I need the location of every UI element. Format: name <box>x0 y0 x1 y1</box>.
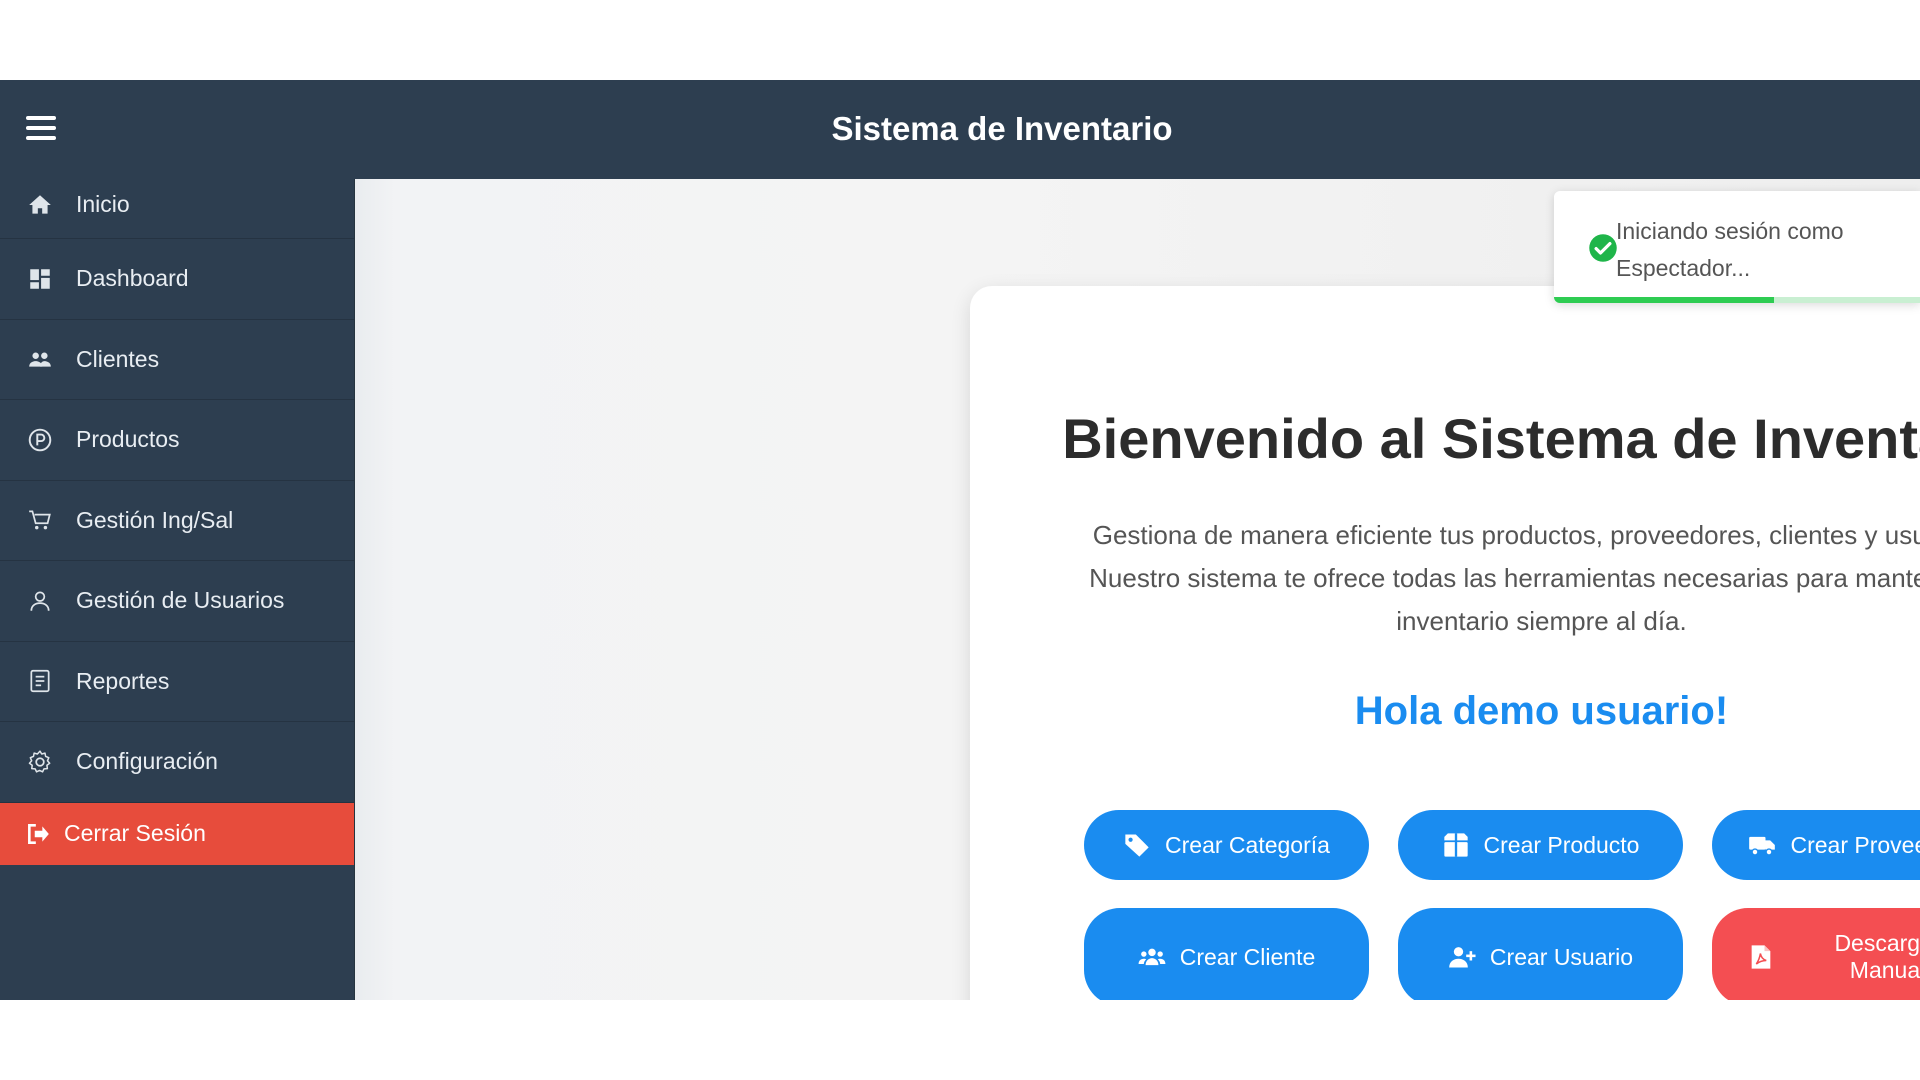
toast-message: Iniciando sesión como Espectador... <box>1616 213 1844 287</box>
truck-icon <box>1748 831 1776 859</box>
check-circle-icon <box>1588 233 1618 263</box>
logout-label: Cerrar Sesión <box>64 820 206 846</box>
create-supplier-button[interactable]: Crear Proveedor <box>1712 810 1920 880</box>
create-supplier-label: Crear Proveedor <box>1790 831 1920 858</box>
report-icon <box>27 668 53 694</box>
toast-progress-bar <box>1554 297 1774 303</box>
create-user-label: Crear Usuario <box>1489 943 1634 970</box>
create-user-button[interactable]: Crear Usuario <box>1398 908 1683 1000</box>
download-manual-label: Descargar Manual <box>1834 930 1920 983</box>
gear-icon <box>27 749 53 775</box>
create-category-label: Crear Categoría <box>1165 831 1330 858</box>
user-plus-icon <box>1448 943 1476 971</box>
welcome-title: Bienvenido al Sistema de Inventario <box>1062 407 1920 470</box>
toast-line-1: Iniciando sesión como <box>1616 218 1844 244</box>
sidebar-item-label: Dashboard <box>76 265 189 292</box>
user-greeting: Hola demo usuario! <box>1354 689 1729 733</box>
home-icon <box>27 192 53 218</box>
create-client-button[interactable]: Crear Cliente <box>1084 908 1369 1000</box>
people-icon <box>27 346 53 372</box>
sidebar-item-label: Configuración <box>76 748 218 775</box>
sidebar: Inicio Dashboard Clientes Productos Gest… <box>0 179 355 1000</box>
download-manual-button[interactable]: Descargar Manual <box>1712 908 1920 1000</box>
users-icon <box>1138 943 1166 971</box>
sidebar-item-label: Clientes <box>76 345 160 372</box>
sidebar-item-inicio[interactable]: Inicio <box>0 171 354 239</box>
product-icon <box>27 427 53 453</box>
user-icon <box>27 588 53 614</box>
sidebar-item-productos[interactable]: Productos <box>0 400 354 481</box>
top-bar: Sistema de Inventario <box>0 80 1920 179</box>
pdf-file-icon <box>1747 943 1775 971</box>
create-client-label: Crear Cliente <box>1179 943 1316 970</box>
toast-line-2: Espectador... <box>1616 255 1751 281</box>
sidebar-item-configuracion[interactable]: Configuración <box>0 722 354 803</box>
sidebar-item-label: Productos <box>76 426 180 453</box>
login-toast: Iniciando sesión como Espectador... <box>1554 191 1920 303</box>
sidebar-item-gestion-usuarios[interactable]: Gestión de Usuarios <box>0 561 354 642</box>
create-category-button[interactable]: Crear Categoría <box>1084 810 1369 880</box>
create-product-label: Crear Producto <box>1483 831 1640 858</box>
sidebar-item-clientes[interactable]: Clientes <box>0 320 354 400</box>
box-icon <box>1442 831 1470 859</box>
logout-button[interactable]: Cerrar Sesión <box>0 802 354 865</box>
create-product-button[interactable]: Crear Producto <box>1398 810 1683 880</box>
sidebar-item-label: Inicio <box>76 191 130 217</box>
welcome-card: Bienvenido al Sistema de Inventario Gest… <box>970 286 1920 1000</box>
welcome-description: Gestiona de manera eficiente tus product… <box>1089 520 1920 636</box>
sidebar-item-gestion-ing-sal[interactable]: Gestión Ing/Sal <box>0 481 354 561</box>
sidebar-item-label: Reportes <box>76 667 170 694</box>
cart-icon <box>27 507 53 533</box>
dashboard-icon <box>27 266 53 292</box>
sidebar-item-label: Gestión de Usuarios <box>76 587 285 614</box>
tag-icon <box>1123 831 1151 859</box>
sidebar-item-dashboard[interactable]: Dashboard <box>0 239 354 320</box>
sidebar-item-label: Gestión Ing/Sal <box>76 506 234 533</box>
app-viewport: Sistema de Inventario Inicio Dashboard C… <box>0 80 1920 1000</box>
sidebar-item-reportes[interactable]: Reportes <box>0 642 354 722</box>
toast-progress-track <box>1554 297 1920 303</box>
app-title: Sistema de Inventario <box>831 110 1173 147</box>
logout-icon <box>25 821 51 847</box>
